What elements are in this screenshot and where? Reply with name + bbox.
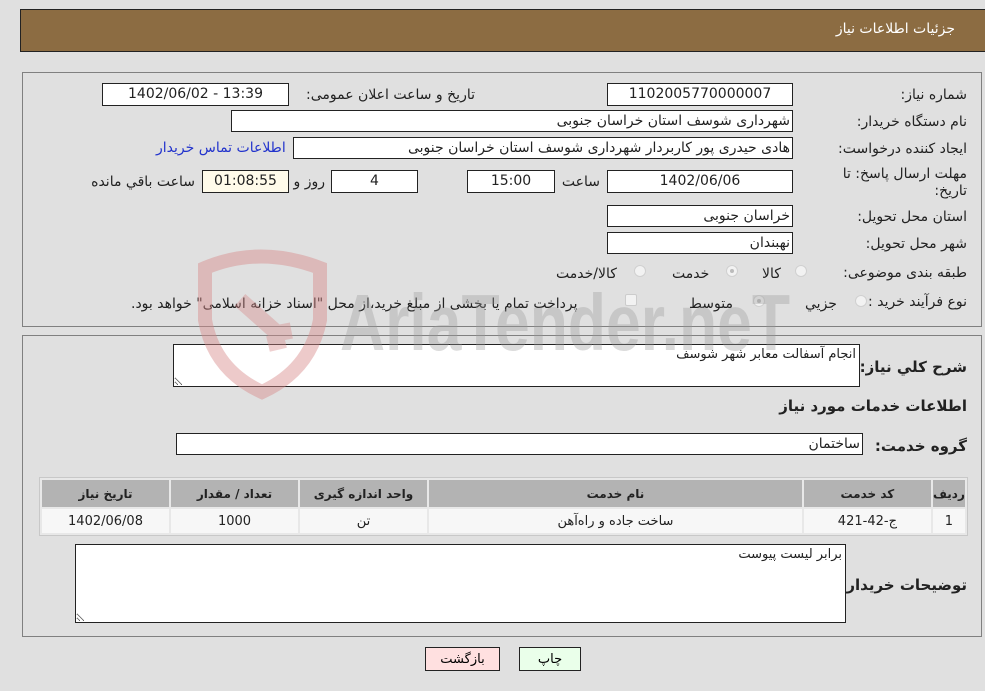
announce-datetime-field: 1402/06/02 - 13:39 <box>102 83 289 106</box>
col-row-number: ردیف <box>932 480 965 507</box>
col-need-date: تاریخ نیاز <box>42 480 170 507</box>
services-heading: اطلاعات خدمات مورد نیاز <box>779 397 967 415</box>
deadline-label-line1: مهلت ارسال پاسخ: تا <box>842 166 967 182</box>
page-header: جزئیات اطلاعات نیاز <box>20 9 985 52</box>
requester-label: ایجاد کننده درخواست: <box>838 141 967 157</box>
cell-service-code: ج-42-421 <box>803 509 931 533</box>
col-service-name: نام خدمت <box>428 480 802 507</box>
category-label: طبقه بندی موضوعی: <box>843 265 967 281</box>
buyer-notes-textarea[interactable] <box>75 544 846 623</box>
deadline-time-field: 15:00 <box>467 170 555 193</box>
requester-field: هادی حیدری پور کاربردار شهرداری شوسف است… <box>293 137 793 159</box>
category-radio-goods-service[interactable] <box>634 265 646 277</box>
delivery-province-label: استان محل تحویل: <box>857 209 967 225</box>
category-option-goods-service: کالا/خدمت <box>556 266 617 282</box>
cell-row-number: 1 <box>932 509 965 533</box>
purchase-type-option-minor: جزیي <box>805 296 837 312</box>
page-title: جزئیات اطلاعات نیاز <box>835 21 955 37</box>
purchase-type-label: نوع فرآیند خرید : <box>868 294 967 310</box>
services-table-header: ردیف کد خدمت نام خدمت واحد اندازه گیری ت… <box>42 480 965 507</box>
col-unit: واحد اندازه گیری <box>300 480 427 507</box>
buyer-contact-link[interactable]: اطلاعات تماس خریدار <box>156 140 286 156</box>
summary-label: شرح کلي نیاز: <box>859 358 967 376</box>
need-number-label: شماره نیاز: <box>900 87 968 103</box>
treasury-checkbox[interactable] <box>625 294 637 306</box>
service-group-label: گروه خدمت: <box>874 437 967 455</box>
delivery-province-field: خراسان جنوبی <box>607 205 793 227</box>
treasury-note: پرداخت تمام یا بخشی از مبلغ خرید،از محل … <box>131 296 578 312</box>
purchase-type-radio-medium[interactable] <box>753 295 765 307</box>
col-service-code: کد خدمت <box>803 480 931 507</box>
cell-quantity: 1000 <box>171 509 298 533</box>
purchase-type-option-medium: متوسط <box>689 296 733 312</box>
buyer-org-field: شهرداری شوسف استان خراسان جنوبی <box>231 110 793 132</box>
back-button[interactable]: بازگشت <box>425 647 500 671</box>
category-radio-service[interactable] <box>726 265 738 277</box>
cell-need-date: 1402/06/08 <box>42 509 170 533</box>
deadline-time-label: ساعت <box>561 174 600 190</box>
days-label: روز و <box>293 174 326 190</box>
buyer-notes-label: توضیحات خریدار: <box>840 576 967 594</box>
category-option-goods: کالا <box>762 266 781 282</box>
time-remaining-field: 01:08:55 <box>202 170 289 193</box>
announce-datetime-label: تاریخ و ساعت اعلان عمومی: <box>306 87 475 103</box>
cell-unit: تن <box>300 509 427 533</box>
print-button[interactable]: چاپ <box>519 647 581 671</box>
deadline-date-field: 1402/06/06 <box>607 170 793 193</box>
category-option-service: خدمت <box>672 266 710 282</box>
buyer-org-label: نام دستگاه خریدار: <box>856 114 967 130</box>
services-table: ردیف کد خدمت نام خدمت واحد اندازه گیری ت… <box>39 477 968 536</box>
summary-textarea[interactable] <box>173 344 860 387</box>
category-radio-goods[interactable] <box>795 265 807 277</box>
service-group-field: ساختمان <box>176 433 863 455</box>
cell-service-name: ساخت جاده و راه‌آهن <box>428 509 802 533</box>
need-number-field: 1102005770000007 <box>607 83 793 106</box>
table-row: 1 ج-42-421 ساخت جاده و راه‌آهن تن 1000 1… <box>42 509 965 533</box>
col-quantity: تعداد / مقدار <box>171 480 298 507</box>
deadline-label-line2: تاریخ: <box>934 183 967 199</box>
delivery-city-field: نهبندان <box>607 232 793 254</box>
delivery-city-label: شهر محل تحویل: <box>865 236 967 252</box>
days-remaining-field: 4 <box>331 170 418 193</box>
time-remaining-label: ساعت باقي مانده <box>91 174 195 190</box>
purchase-type-radio-minor[interactable] <box>855 295 867 307</box>
